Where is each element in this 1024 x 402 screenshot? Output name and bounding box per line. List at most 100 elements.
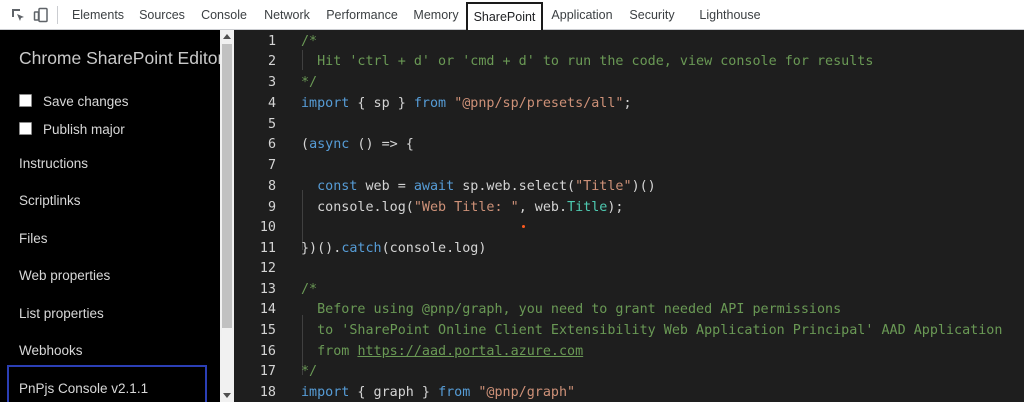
devtools-tab-bar: Elements Sources Console Network Perform… xyxy=(0,0,1024,30)
code-token: */ xyxy=(301,364,318,379)
code-text[interactable]: to 'SharePoint Online Client Extensibili… xyxy=(301,321,1002,341)
code-line[interactable]: 17 */ xyxy=(234,362,1024,382)
code-text[interactable]: import { graph } from "@pnp/graph" xyxy=(301,383,575,402)
code-token: ( xyxy=(301,137,310,152)
line-number: 9 xyxy=(267,200,276,215)
code-token: /* xyxy=(301,282,318,297)
line-number: 6 xyxy=(267,137,276,152)
code-text[interactable]: /* xyxy=(301,280,317,300)
line-number: 11 xyxy=(259,241,276,256)
code-line[interactable]: 16 from https://aad.portal.azure.com xyxy=(234,342,1024,362)
code-line[interactable]: 11 })().catch(console.log) xyxy=(234,239,1024,259)
tab-application[interactable]: Application xyxy=(545,0,619,29)
code-editor[interactable]: 1 /* 2 Hit 'ctrl + d' or 'cmd + d' to run … xyxy=(234,30,1024,402)
code-token: Hit 'ctrl + d' or 'cmd + d' to run the c… xyxy=(301,54,874,69)
code-text[interactable]: from https://aad.portal.azure.com xyxy=(301,342,583,362)
code-line[interactable]: 6 (async () => { xyxy=(234,135,1024,155)
sidebar-item-scriptlinks[interactable]: Scriptlinks xyxy=(19,193,81,208)
code-text[interactable]: console.log("Web Title: ", web.Title); xyxy=(301,198,624,218)
line-number: 4 xyxy=(267,96,276,111)
code-line[interactable]: 14 Before using @pnp/graph, you need to … xyxy=(234,300,1024,320)
code-text[interactable]: /* xyxy=(301,32,317,52)
sidebar-item-files[interactable]: Files xyxy=(19,231,48,246)
inspect-element-icon[interactable] xyxy=(10,7,26,23)
code-token: "@pnp/graph" xyxy=(478,385,576,400)
sidebar-item-web-properties[interactable]: Web properties xyxy=(19,268,110,283)
code-line[interactable]: 10 xyxy=(234,218,1024,238)
code-line[interactable]: 5 xyxy=(234,115,1024,135)
code-token: )() xyxy=(631,179,656,194)
save-changes-checkbox[interactable] xyxy=(19,94,32,107)
code-token: () => { xyxy=(349,137,414,152)
code-line[interactable]: 15 to 'SharePoint Online Client Extensib… xyxy=(234,321,1024,341)
sidebar-item-webhooks[interactable]: Webhooks xyxy=(19,343,83,358)
scroll-up-arrow-icon[interactable] xyxy=(223,34,231,39)
code-token: , web. xyxy=(518,200,568,215)
code-token: { sp } xyxy=(349,96,414,111)
code-text[interactable]: import { sp } from "@pnp/sp/presets/all"… xyxy=(301,94,632,114)
scroll-down-arrow-icon[interactable] xyxy=(223,393,231,398)
code-token: from xyxy=(301,344,358,359)
line-number: 13 xyxy=(259,282,276,297)
tab-security[interactable]: Security xyxy=(621,0,683,29)
code-text[interactable]: const web = await sp.web.select("Title")… xyxy=(301,177,656,197)
code-token: const xyxy=(317,179,358,194)
tab-network[interactable]: Network xyxy=(255,0,319,29)
sidebar-scrollbar[interactable] xyxy=(220,30,234,402)
code-token: catch xyxy=(341,241,382,256)
sidebar-item-list-properties[interactable]: List properties xyxy=(19,306,104,321)
publish-major-label: Publish major xyxy=(43,122,125,137)
scroll-thumb[interactable] xyxy=(222,44,232,328)
code-token: from xyxy=(413,96,447,111)
code-line[interactable]: 2 Hit 'ctrl + d' or 'cmd + d' to run the… xyxy=(234,52,1024,72)
code-token: import xyxy=(301,385,350,400)
code-text[interactable]: */ xyxy=(301,362,317,382)
tab-sharepoint[interactable]: SharePoint xyxy=(466,2,543,30)
code-token: ; xyxy=(623,96,632,111)
code-text[interactable]: Hit 'ctrl + d' or 'cmd + d' to run the c… xyxy=(301,52,873,72)
line-number: 1 xyxy=(267,34,276,49)
code-text[interactable]: })().catch(console.log) xyxy=(301,239,486,259)
code-token: (console.log) xyxy=(381,241,487,256)
publish-major-option[interactable]: Publish major xyxy=(19,122,125,138)
line-number: 18 xyxy=(259,385,276,400)
code-line[interactable]: 9 console.log("Web Title: ", web.Title); xyxy=(234,198,1024,218)
save-changes-label: Save changes xyxy=(43,94,129,109)
code-token: ); xyxy=(607,200,624,215)
code-token: "Title" xyxy=(575,179,632,194)
tab-performance[interactable]: Performance xyxy=(321,0,403,29)
code-line[interactable]: 3 */ xyxy=(234,73,1024,93)
sidebar-item-pnpjs-console[interactable]: PnPjs Console v2.1.1 xyxy=(7,365,207,402)
code-line[interactable]: 4 import { sp } from "@pnp/sp/presets/all… xyxy=(234,94,1024,114)
line-number: 17 xyxy=(259,364,276,379)
line-number: 14 xyxy=(259,302,276,317)
code-token: console.log( xyxy=(301,200,414,215)
line-number: 12 xyxy=(259,261,276,276)
code-line[interactable]: 8 const web = await sp.web.select("Title… xyxy=(234,177,1024,197)
tab-memory[interactable]: Memory xyxy=(405,0,467,29)
code-token: { graph } xyxy=(349,385,439,400)
code-line[interactable]: 18 import { graph } from "@pnp/graph" xyxy=(234,383,1024,402)
code-text[interactable]: Before using @pnp/graph, you need to gra… xyxy=(301,300,841,320)
code-line[interactable]: 12 xyxy=(234,259,1024,279)
tab-sources[interactable]: Sources xyxy=(133,0,191,29)
code-link[interactable]: https://aad.portal.azure.com xyxy=(357,344,583,359)
code-line[interactable]: 7 xyxy=(234,156,1024,176)
code-line[interactable]: 1 /* xyxy=(234,32,1024,52)
publish-major-checkbox[interactable] xyxy=(19,122,32,135)
tab-lighthouse[interactable]: Lighthouse xyxy=(695,0,765,29)
code-text[interactable]: */ xyxy=(301,73,317,93)
device-toggle-icon[interactable] xyxy=(33,7,49,23)
code-text[interactable]: (async () => { xyxy=(301,135,414,155)
sidebar-item-instructions[interactable]: Instructions xyxy=(19,156,88,171)
code-line[interactable]: 13 /* xyxy=(234,280,1024,300)
code-token: Title xyxy=(567,200,608,215)
code-token: await xyxy=(413,179,455,194)
tab-elements[interactable]: Elements xyxy=(63,0,133,29)
line-number: 5 xyxy=(267,117,276,132)
save-changes-option[interactable]: Save changes xyxy=(19,94,129,110)
code-token: })(). xyxy=(301,241,342,256)
line-number: 2 xyxy=(267,54,276,69)
tab-console[interactable]: Console xyxy=(193,0,255,29)
